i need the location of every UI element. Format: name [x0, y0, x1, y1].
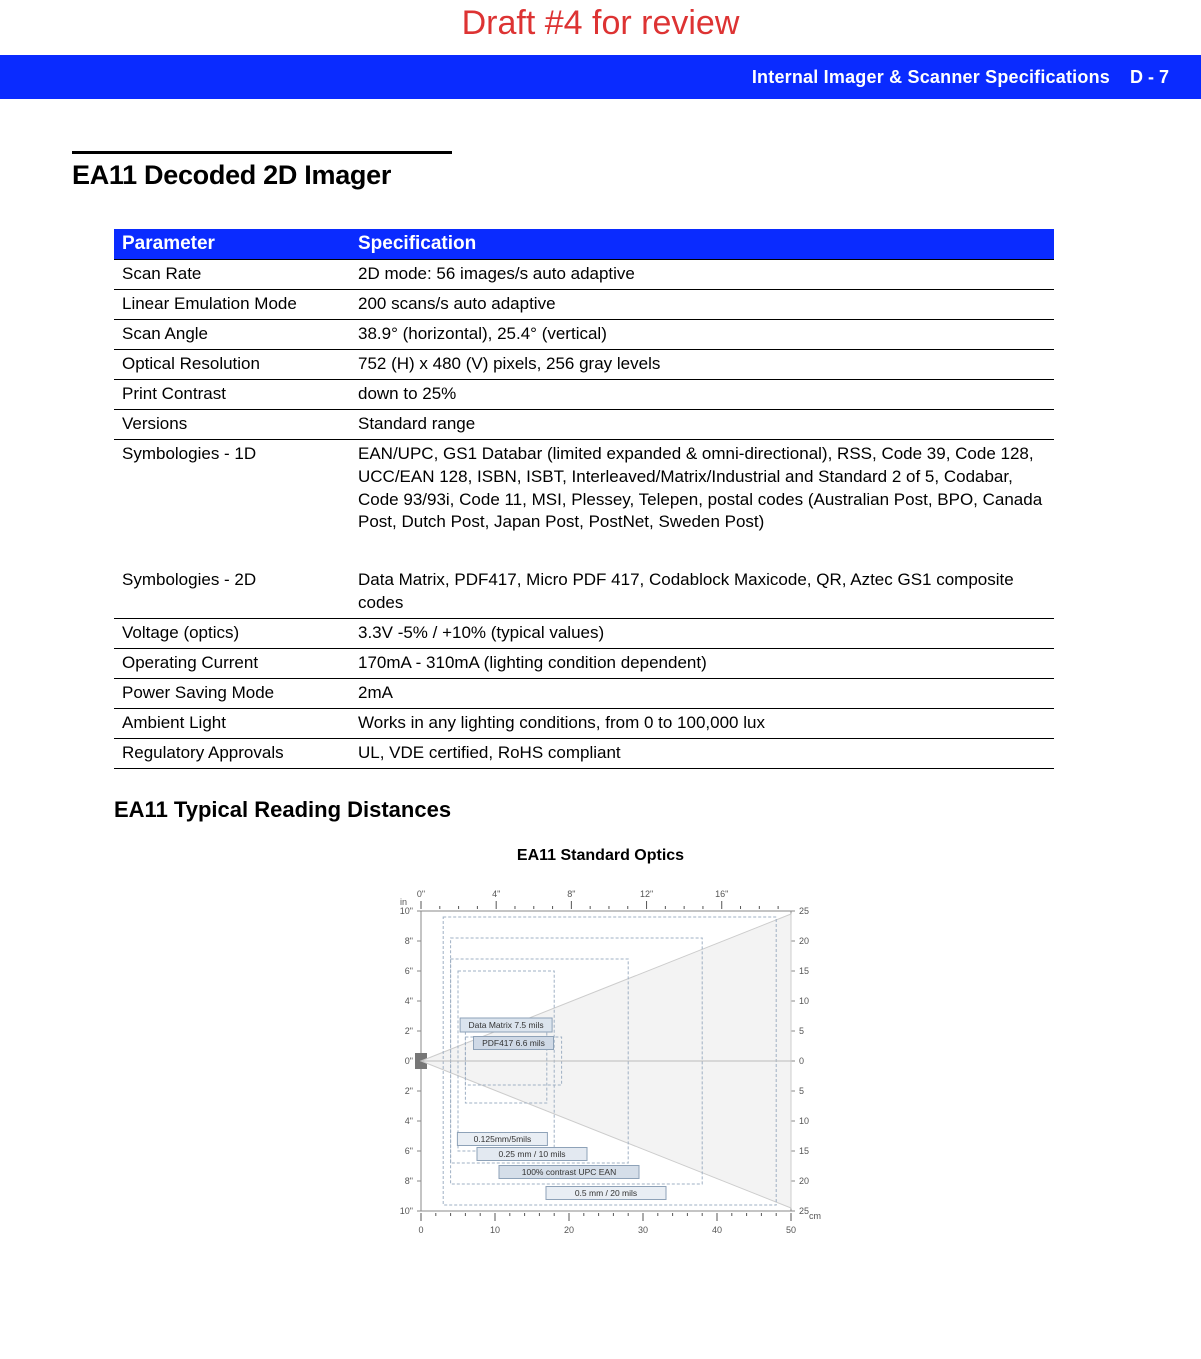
reading-distance-chart: EA11 Standard Optics in0"4"8"12"16"cm010…	[371, 847, 831, 1256]
svg-text:0: 0	[799, 1056, 804, 1066]
cell-parameter: Operating Current	[114, 649, 350, 679]
chart-svg: in0"4"8"12"16"cm0102030405010"8"6"4"2"0"…	[371, 871, 831, 1251]
svg-text:0.25 mm / 10 mils: 0.25 mm / 10 mils	[498, 1149, 565, 1159]
col-header-parameter: Parameter	[114, 229, 350, 260]
cell-parameter: Print Contrast	[114, 379, 350, 409]
header-page-number: D - 7	[1130, 67, 1169, 88]
cell-parameter: Symbologies - 1D	[114, 439, 350, 537]
cell-parameter: Scan Rate	[114, 260, 350, 290]
svg-text:6": 6"	[404, 966, 412, 976]
cell-parameter: Versions	[114, 409, 350, 439]
table-row: Linear Emulation Mode200 scans/s auto ad…	[114, 289, 1054, 319]
svg-text:Data Matrix 7.5 mils: Data Matrix 7.5 mils	[468, 1020, 543, 1030]
svg-text:6": 6"	[404, 1146, 412, 1156]
table-row: Scan Angle38.9° (horizontal), 25.4° (ver…	[114, 319, 1054, 349]
table-row: Symbologies - 2DData Matrix, PDF417, Mic…	[114, 566, 1054, 618]
table-row: Ambient LightWorks in any lighting condi…	[114, 709, 1054, 739]
cell-parameter: Linear Emulation Mode	[114, 289, 350, 319]
cell-parameter: Symbologies - 2D	[114, 566, 350, 618]
cell-parameter: Power Saving Mode	[114, 679, 350, 709]
svg-text:8": 8"	[567, 889, 575, 899]
table-row: VersionsStandard range	[114, 409, 1054, 439]
cell-parameter: Regulatory Approvals	[114, 738, 350, 768]
svg-text:4": 4"	[404, 1116, 412, 1126]
col-header-specification: Specification	[350, 229, 1054, 260]
svg-text:15: 15	[799, 1146, 809, 1156]
svg-text:20: 20	[563, 1225, 573, 1235]
svg-text:10": 10"	[399, 906, 412, 916]
table-row: Voltage (optics)3.3V -5% / +10% (typical…	[114, 619, 1054, 649]
svg-text:40: 40	[711, 1225, 721, 1235]
section-rule	[72, 151, 452, 154]
svg-text:0": 0"	[404, 1056, 412, 1066]
svg-text:4": 4"	[404, 996, 412, 1006]
svg-text:16": 16"	[715, 889, 728, 899]
svg-text:25: 25	[799, 906, 809, 916]
svg-text:20: 20	[799, 1176, 809, 1186]
draft-watermark: Draft #4 for review	[0, 0, 1201, 55]
svg-text:12": 12"	[639, 889, 652, 899]
svg-text:2": 2"	[404, 1086, 412, 1096]
svg-text:8": 8"	[404, 936, 412, 946]
svg-text:0.125mm/5mils: 0.125mm/5mils	[473, 1134, 531, 1144]
svg-text:25: 25	[799, 1206, 809, 1216]
cell-specification: 200 scans/s auto adaptive	[350, 289, 1054, 319]
table-row: Symbologies - 1DEAN/UPC, GS1 Databar (li…	[114, 439, 1054, 537]
cell-specification: 170mA - 310mA (lighting condition depend…	[350, 649, 1054, 679]
table-row: Optical Resolution752 (H) x 480 (V) pixe…	[114, 349, 1054, 379]
svg-text:20: 20	[799, 936, 809, 946]
svg-text:0.5 mm / 20 mils: 0.5 mm / 20 mils	[574, 1188, 636, 1198]
cell-parameter: Ambient Light	[114, 709, 350, 739]
svg-text:0": 0"	[416, 889, 424, 899]
cell-parameter: Scan Angle	[114, 319, 350, 349]
svg-text:15: 15	[799, 966, 809, 976]
spec-table: Parameter Specification Scan Rate2D mode…	[114, 229, 1054, 769]
cell-specification: Data Matrix, PDF417, Micro PDF 417, Coda…	[350, 566, 1054, 618]
cell-specification: down to 25%	[350, 379, 1054, 409]
svg-text:5: 5	[799, 1026, 804, 1036]
table-row: Power Saving Mode2mA	[114, 679, 1054, 709]
svg-text:0: 0	[418, 1225, 423, 1235]
cell-parameter: Voltage (optics)	[114, 619, 350, 649]
subsection-title: EA11 Typical Reading Distances	[114, 797, 1129, 823]
cell-specification: 3.3V -5% / +10% (typical values)	[350, 619, 1054, 649]
svg-text:30: 30	[637, 1225, 647, 1235]
svg-text:100% contrast UPC EAN: 100% contrast UPC EAN	[521, 1167, 615, 1177]
chart-title: EA11 Standard Optics	[371, 847, 831, 865]
cell-specification: 752 (H) x 480 (V) pixels, 256 gray level…	[350, 349, 1054, 379]
table-row: Regulatory ApprovalsUL, VDE certified, R…	[114, 738, 1054, 768]
svg-text:10": 10"	[399, 1206, 412, 1216]
svg-text:PDF417 6.6 mils: PDF417 6.6 mils	[482, 1038, 545, 1048]
cell-specification: UL, VDE certified, RoHS compliant	[350, 738, 1054, 768]
svg-text:10: 10	[799, 1116, 809, 1126]
svg-text:10: 10	[489, 1225, 499, 1235]
page-header-bar: Internal Imager & Scanner Specifications…	[0, 55, 1201, 99]
svg-text:50: 50	[785, 1225, 795, 1235]
svg-text:10: 10	[799, 996, 809, 1006]
cell-specification: EAN/UPC, GS1 Databar (limited expanded &…	[350, 439, 1054, 537]
header-title: Internal Imager & Scanner Specifications	[752, 67, 1110, 88]
svg-text:cm: cm	[809, 1211, 821, 1221]
svg-text:2": 2"	[404, 1026, 412, 1036]
cell-specification: 38.9° (horizontal), 25.4° (vertical)	[350, 319, 1054, 349]
cell-specification: Works in any lighting conditions, from 0…	[350, 709, 1054, 739]
cell-specification: 2mA	[350, 679, 1054, 709]
section-title: EA11 Decoded 2D Imager	[72, 160, 1129, 191]
cell-parameter: Optical Resolution	[114, 349, 350, 379]
svg-text:4": 4"	[492, 889, 500, 899]
table-row: Scan Rate2D mode: 56 images/s auto adapt…	[114, 260, 1054, 290]
svg-text:5: 5	[799, 1086, 804, 1096]
table-row: Print Contrastdown to 25%	[114, 379, 1054, 409]
cell-specification: 2D mode: 56 images/s auto adaptive	[350, 260, 1054, 290]
table-row: Operating Current170mA - 310mA (lighting…	[114, 649, 1054, 679]
svg-text:8": 8"	[404, 1176, 412, 1186]
cell-specification: Standard range	[350, 409, 1054, 439]
